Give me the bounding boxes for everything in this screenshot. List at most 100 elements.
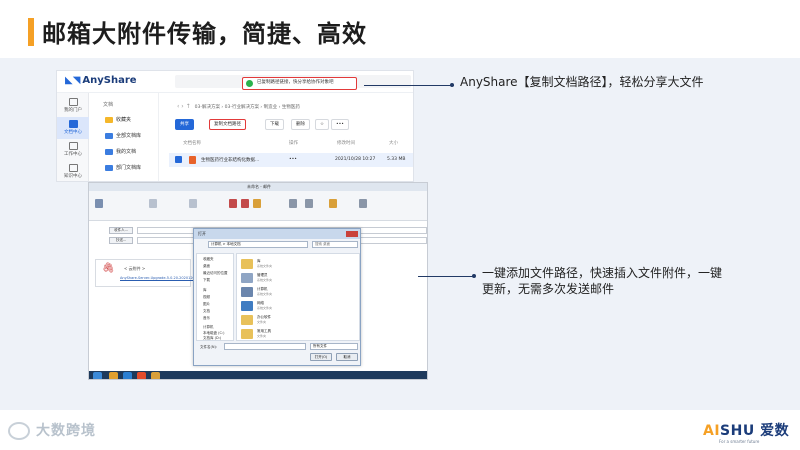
breadcrumb: ‹ › ↑ 03-解决方案 › 03-行业解决方案 › 制造业 › 生物医药 (177, 103, 300, 110)
anyshare-update-icon[interactable] (253, 199, 261, 208)
nav-item-docs[interactable]: 文档中心 (57, 117, 89, 139)
paste-icon[interactable] (95, 199, 103, 208)
star-icon (105, 116, 113, 123)
attach-file-icon[interactable] (289, 199, 297, 208)
col-modified: 修改时间 (337, 141, 355, 146)
dialog-nav-item[interactable]: 音乐 (203, 316, 210, 321)
col-name: 文档名称 (183, 141, 201, 146)
list-item[interactable]: 库系统文件夹 (241, 258, 351, 270)
dialog-nav-item[interactable]: 桌面 (203, 264, 210, 269)
nav-item-work[interactable]: 工作中心 (57, 139, 89, 161)
mail-app-icon[interactable] (151, 372, 160, 379)
format-icon[interactable] (189, 199, 197, 208)
dialog-search-input[interactable]: 搜索 桌面 (312, 241, 358, 248)
computer-icon (241, 287, 253, 297)
browser-icon[interactable] (123, 372, 132, 379)
filename-input[interactable] (224, 343, 306, 350)
flag-icon[interactable] (329, 199, 337, 208)
file-name: 生物医药行业非结构化数据... (201, 158, 260, 163)
font-icon[interactable] (149, 199, 157, 208)
attachment-label: < 云附件 > (124, 266, 146, 271)
folder-icon (105, 148, 113, 155)
attachment-link[interactable]: AnyShare-Server-Upgrade-5.0.20-20201200-… (120, 276, 204, 280)
tree-item-favorites[interactable]: 收藏夹 (105, 115, 131, 125)
cancel-button[interactable]: 取消 (336, 353, 358, 361)
checkbox-checked-icon[interactable] (175, 156, 182, 163)
to-button[interactable]: 收件人... (109, 227, 133, 234)
watermark-logo-icon (8, 422, 30, 440)
pdf-file-icon (189, 156, 196, 164)
app-icon[interactable] (137, 372, 146, 379)
tree-item-dept-library[interactable]: 部门文档库 (105, 163, 141, 173)
list-item[interactable]: 办公软件 文件夹 (241, 314, 351, 326)
dialog-nav-item[interactable]: 收藏夹 (203, 257, 214, 262)
cc-button[interactable]: 抄送... (109, 237, 133, 244)
download-button[interactable]: 下载 (265, 119, 284, 130)
anyshare-attach-icon[interactable] (229, 199, 237, 208)
tree-item-my-docs[interactable]: 我的文档 (105, 147, 136, 157)
slide: 邮箱大附件传输，简捷、高效 ◣◥ AnyShare 已复制路径链接，快分享给协作对… (0, 0, 800, 450)
page-title: 邮箱大附件传输，简捷、高效 (42, 20, 367, 48)
dialog-address-bar[interactable]: 计算机 > 本地文档 (208, 241, 308, 248)
close-icon[interactable] (346, 231, 358, 237)
list-item[interactable]: 网络 系统文件夹 (241, 300, 351, 312)
book-icon (68, 164, 78, 172)
open-button[interactable]: 打开(O) (310, 353, 332, 361)
list-item[interactable]: 管理员 系统文件夹 (241, 272, 351, 284)
start-icon[interactable] (93, 372, 102, 379)
signature-icon[interactable] (305, 199, 313, 208)
anyshare-logo: ◣◥ AnyShare (65, 75, 137, 86)
filename-label: 文件名(N): (200, 345, 218, 349)
doc-tree-header: 文档 (103, 102, 114, 108)
tree-item-all-libraries[interactable]: 全部文档库 (105, 131, 141, 141)
explorer-icon[interactable] (109, 372, 118, 379)
copy-path-button[interactable]: 复制文档路径 (209, 119, 246, 130)
nav-item-portal[interactable]: 我的门户 (57, 95, 89, 117)
dialog-nav-item[interactable]: 下载 (203, 278, 210, 283)
grid-icon (68, 142, 78, 150)
mail-ribbon (89, 191, 427, 221)
dialog-title: 打开 (194, 229, 360, 239)
callout-dot-2 (472, 274, 476, 278)
dialog-nav-item[interactable]: 计算机 (203, 325, 214, 330)
list-item[interactable]: 计算机 系统文件夹 (241, 286, 351, 298)
paperclip-icon: 🖇 (102, 263, 115, 274)
dialog-nav-item[interactable]: 图片 (203, 302, 210, 307)
callout-one-click: 一键添加文件路径，快速插入文件附件，一键更新，无需多次发送邮件 (482, 266, 723, 296)
list-item[interactable]: 常用工具 文件夹 (241, 328, 351, 340)
windows-taskbar (89, 371, 427, 379)
dialog-nav-item[interactable]: 文档库 (D:) (203, 336, 221, 341)
dialog-nav-pane: 收藏夹 桌面 最近访问的位置 下载 库 视频 图片 文档 音乐 计算机 本地磁盘… (196, 253, 234, 341)
anyshare-logo-icon: ◣◥ (65, 75, 81, 86)
nav-item-knowledge[interactable]: 知识中心 (57, 161, 89, 181)
share-button[interactable]: 共享 (175, 119, 194, 130)
folder-icon (68, 120, 78, 128)
nav-arrows-icon[interactable]: ‹ › ↑ (177, 103, 191, 110)
folder-icon (105, 164, 113, 171)
table-header: 文档名称 操作 修改时间 大小 (177, 138, 409, 148)
success-check-icon (246, 80, 253, 87)
anyshare-nav: 我的门户 文档中心 工作中心 知识中心 (57, 93, 89, 181)
doc-main-panel: ‹ › ↑ 03-解决方案 › 03-行业解决方案 › 制造业 › 生物医药 共享… (169, 93, 413, 181)
cloud-attachment[interactable]: 🖇 < 云附件 > AnyShare-Server-Upgrade-5.0.20… (95, 259, 204, 287)
anyshare-link-icon[interactable] (241, 199, 249, 208)
dialog-nav-item[interactable]: 库 (203, 288, 207, 293)
dialog-nav-item[interactable]: 视频 (203, 295, 210, 300)
title-accent-bar (28, 18, 34, 46)
filetype-select[interactable]: 所有文件 (310, 343, 358, 350)
delete-button[interactable]: 删除 (291, 119, 310, 130)
more-button[interactable]: ••• (331, 119, 349, 130)
callout-dot-1 (450, 83, 454, 87)
favorite-button[interactable]: ☆ (315, 119, 330, 130)
callout-line-2 (418, 276, 474, 277)
col-actions: 操作 (289, 141, 298, 146)
row-actions[interactable]: ••• (289, 157, 297, 162)
anyshare-screenshot: ◣◥ AnyShare 已复制路径链接，快分享给协作对象吧 我的门户 文档中心 工… (56, 70, 414, 182)
zoom-icon[interactable] (359, 199, 367, 208)
dialog-nav-item[interactable]: 最近访问的位置 (203, 271, 228, 276)
dialog-nav-item[interactable]: 文档 (203, 309, 210, 314)
network-icon (241, 301, 253, 311)
aishu-logo: AISHU 爱数 For a smarter future (703, 423, 790, 444)
table-row[interactable]: 生物医药行业非结构化数据... ••• 2021/10/28 10:27 5.3… (169, 153, 413, 167)
footer-watermark: 大数跨境 (8, 420, 96, 440)
